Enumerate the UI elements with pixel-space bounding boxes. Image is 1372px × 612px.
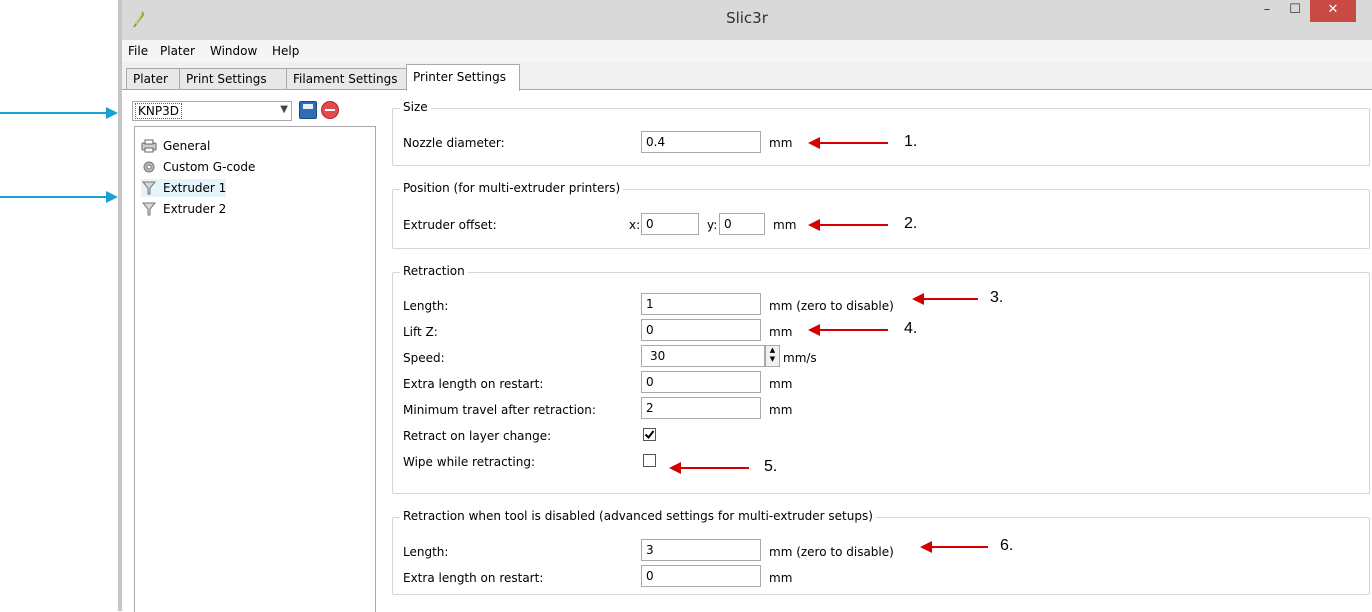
menu-plater[interactable]: Plater bbox=[160, 44, 195, 58]
slic3r-window: Slic3r – ☐ ✕ File Plater Window Help Pla… bbox=[118, 0, 1372, 612]
lift-z-label: Lift Z: bbox=[403, 325, 438, 339]
position-group: Position (for multi-extruder printers) E… bbox=[392, 181, 1370, 249]
printer-icon bbox=[141, 139, 157, 153]
unit-label: mm bbox=[773, 218, 797, 232]
menu-bar: File Plater Window Help bbox=[122, 40, 1372, 62]
window-title: Slic3r bbox=[726, 9, 768, 27]
tree-item-label: Custom G-code bbox=[163, 160, 256, 174]
retraction-disabled-length-label: Length: bbox=[403, 545, 449, 559]
size-group: Size Nozzle diameter: 0.4 mm bbox=[392, 100, 1370, 166]
checkmark-icon bbox=[644, 430, 655, 440]
unit-label: mm (zero to disable) bbox=[769, 545, 894, 559]
annotation-number-4: 4. bbox=[904, 320, 918, 337]
retraction-disabled-extra-label: Extra length on restart: bbox=[403, 571, 544, 585]
y-label: y: bbox=[707, 218, 718, 232]
annotation-arrow-2 bbox=[808, 219, 888, 231]
tab-filament-settings[interactable]: Filament Settings bbox=[286, 68, 407, 89]
extra-length-input[interactable]: 0 bbox=[641, 371, 761, 393]
retract-layer-change-checkbox[interactable] bbox=[643, 428, 656, 441]
chevron-down-icon: ▼ bbox=[280, 104, 288, 115]
tree-item-extruder-1[interactable]: Extruder 1 bbox=[141, 179, 227, 197]
annotation-number-6: 6. bbox=[1000, 537, 1014, 554]
retraction-group: Retraction Length: 1 mm (zero to disable… bbox=[392, 264, 1370, 494]
nozzle-diameter-input[interactable]: 0.4 bbox=[641, 131, 761, 153]
delete-icon bbox=[325, 109, 335, 111]
tab-print-settings[interactable]: Print Settings bbox=[179, 68, 287, 89]
menu-file[interactable]: File bbox=[128, 44, 148, 58]
tab-plater[interactable]: Plater bbox=[126, 68, 180, 89]
floppy-disk-icon bbox=[303, 104, 313, 109]
group-title: Size bbox=[400, 100, 431, 114]
lift-z-input[interactable]: 0 bbox=[641, 319, 761, 341]
maximize-button[interactable]: ☐ bbox=[1282, 0, 1308, 22]
tree-item-general[interactable]: General bbox=[141, 137, 210, 155]
annotation-arrow-3 bbox=[912, 293, 978, 305]
extruder-offset-label: Extruder offset: bbox=[403, 218, 497, 232]
wipe-checkbox[interactable] bbox=[643, 454, 656, 467]
retraction-length-input[interactable]: 1 bbox=[641, 293, 761, 315]
tab-strip: Plater Print Settings Filament Settings … bbox=[122, 62, 1372, 91]
funnel-icon bbox=[141, 181, 157, 195]
tree-item-label: Extruder 2 bbox=[163, 202, 227, 216]
offset-y-input[interactable]: 0 bbox=[719, 213, 765, 235]
retract-layer-change-label: Retract on layer change: bbox=[403, 429, 552, 443]
annotation-arrow-6 bbox=[920, 541, 988, 553]
min-travel-label: Minimum travel after retraction: bbox=[403, 403, 596, 417]
retraction-disabled-extra-input[interactable]: 0 bbox=[641, 565, 761, 587]
funnel-icon bbox=[141, 202, 157, 216]
gear-icon bbox=[143, 161, 155, 173]
retraction-disabled-length-input[interactable]: 3 bbox=[641, 539, 761, 561]
group-title: Retraction bbox=[400, 264, 468, 278]
annotation-number-3: 3. bbox=[990, 289, 1004, 306]
tree-item-extruder-2[interactable]: Extruder 2 bbox=[141, 200, 226, 218]
settings-tree: General Custom G-code Extruder 1 Extrude… bbox=[134, 126, 376, 612]
annotation-number-2: 2. bbox=[904, 215, 918, 232]
save-preset-button[interactable] bbox=[299, 101, 317, 119]
unit-label: mm bbox=[769, 403, 793, 417]
tree-item-custom-gcode[interactable]: Custom G-code bbox=[141, 158, 255, 176]
menu-help[interactable]: Help bbox=[272, 44, 299, 58]
menu-window[interactable]: Window bbox=[210, 44, 257, 58]
printer-settings-page: KNP3D ▼ General Custom G-code Extruder 1… bbox=[122, 89, 1372, 612]
tree-item-label: Extruder 1 bbox=[163, 181, 227, 195]
nozzle-diameter-label: Nozzle diameter: bbox=[403, 136, 505, 150]
unit-label: mm bbox=[769, 571, 793, 585]
annotation-arrow-extruder1 bbox=[0, 191, 118, 203]
unit-label: mm bbox=[769, 377, 793, 391]
group-title: Retraction when tool is disabled (advanc… bbox=[400, 509, 876, 523]
retraction-length-label: Length: bbox=[403, 299, 449, 313]
preset-dropdown[interactable]: KNP3D ▼ bbox=[132, 101, 292, 121]
unit-label: mm bbox=[769, 325, 793, 339]
minimize-button[interactable]: – bbox=[1254, 0, 1280, 22]
annotation-number-1: 1. bbox=[904, 133, 918, 150]
annotation-arrow-4 bbox=[808, 324, 888, 336]
tree-item-label: General bbox=[163, 139, 211, 153]
wipe-label: Wipe while retracting: bbox=[403, 455, 535, 469]
speed-spinner[interactable]: ▲ ▼ bbox=[765, 345, 780, 367]
unit-label: mm/s bbox=[783, 351, 817, 365]
retraction-speed-input[interactable]: 30 bbox=[641, 345, 765, 367]
offset-x-input[interactable]: 0 bbox=[641, 213, 699, 235]
min-travel-input[interactable]: 2 bbox=[641, 397, 761, 419]
tab-printer-settings[interactable]: Printer Settings bbox=[406, 64, 520, 91]
annotation-number-5: 5. bbox=[764, 458, 778, 475]
unit-label: mm bbox=[769, 136, 793, 150]
annotation-arrow-1 bbox=[808, 137, 888, 149]
extra-length-label: Extra length on restart: bbox=[403, 377, 544, 391]
title-bar[interactable]: Slic3r – ☐ ✕ bbox=[122, 0, 1372, 40]
group-title: Position (for multi-extruder printers) bbox=[400, 181, 624, 195]
close-button[interactable]: ✕ bbox=[1310, 0, 1356, 22]
preset-value: KNP3D bbox=[135, 103, 182, 119]
unit-label: mm (zero to disable) bbox=[769, 299, 894, 313]
x-label: x: bbox=[629, 218, 641, 232]
annotation-arrow-preset bbox=[0, 107, 118, 119]
annotation-arrow-5 bbox=[669, 462, 749, 474]
retraction-speed-label: Speed: bbox=[403, 351, 445, 365]
delete-preset-button[interactable] bbox=[321, 101, 339, 119]
retraction-disabled-group: Retraction when tool is disabled (advanc… bbox=[392, 509, 1370, 595]
